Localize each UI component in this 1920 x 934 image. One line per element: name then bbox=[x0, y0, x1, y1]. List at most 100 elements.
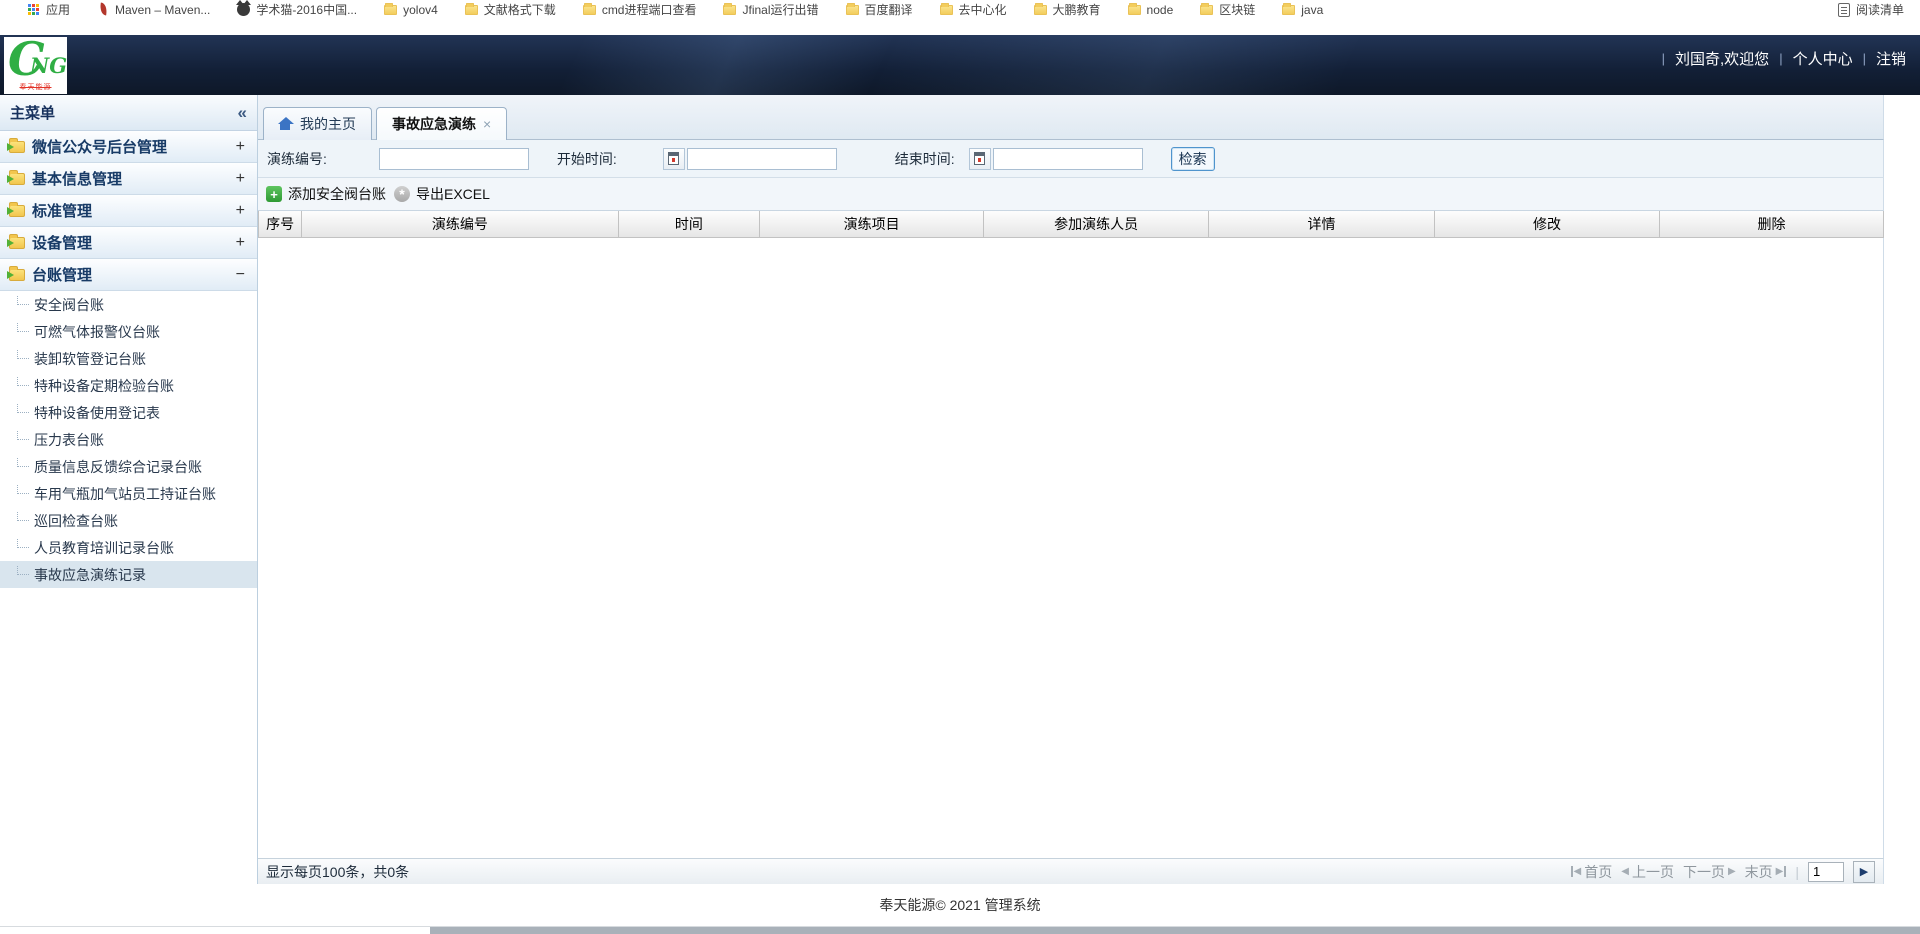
next-page-button[interactable]: 下一页 ▶ bbox=[1683, 862, 1736, 882]
bookmark-maven[interactable]: Maven – Maven... bbox=[97, 1, 210, 18]
page: 应用 Maven – Maven... 学术猫-2016中国... yolov4… bbox=[0, 0, 1920, 934]
last-page-icon: ▶ bbox=[1776, 866, 1787, 877]
tree-connector-icon bbox=[17, 323, 29, 332]
drill-no-input[interactable] bbox=[379, 148, 529, 170]
bookmark-cmd[interactable]: cmd进程端口查看 bbox=[583, 1, 697, 18]
next-page-label: 下一页 bbox=[1683, 862, 1725, 882]
bookmark-label: node bbox=[1147, 3, 1174, 17]
start-time-input[interactable] bbox=[687, 148, 837, 170]
sidebar-group-label: 设备管理 bbox=[32, 232, 229, 253]
tree-connector-icon bbox=[17, 431, 29, 440]
sidebar-item-special-equipment-inspection[interactable]: 特种设备定期检验台账 bbox=[0, 372, 257, 399]
first-page-button[interactable]: ◀ 首页 bbox=[1571, 862, 1613, 882]
folder-arrow-icon bbox=[9, 141, 25, 153]
add-record-button[interactable]: + 添加安全阀台账 bbox=[266, 184, 386, 204]
folder-icon bbox=[1034, 5, 1047, 15]
sidebar-group-standard[interactable]: 标准管理 + bbox=[0, 195, 257, 227]
sidebar-title: 主菜单 bbox=[10, 102, 238, 123]
sidebar-group-wechat[interactable]: 微信公众号后台管理 + bbox=[0, 131, 257, 163]
column-header-drill-project[interactable]: 演练项目 bbox=[760, 211, 984, 237]
column-header-delete[interactable]: 删除 bbox=[1660, 211, 1884, 237]
sidebar-item-training-record[interactable]: 人员教育培训记录台账 bbox=[0, 534, 257, 561]
sidebar-item-patrol-inspection[interactable]: 巡回检查台账 bbox=[0, 507, 257, 534]
end-date-picker-button[interactable] bbox=[969, 148, 991, 170]
tab-my-home[interactable]: 我的主页 bbox=[263, 107, 372, 140]
sidebar-item-hose-register[interactable]: 装卸软管登记台账 bbox=[0, 345, 257, 372]
close-icon[interactable]: × bbox=[483, 116, 491, 132]
sidebar-item-emergency-drill[interactable]: 事故应急演练记录 bbox=[0, 561, 257, 588]
bookmark-jfinal[interactable]: Jfinal运行出错 bbox=[723, 1, 818, 18]
bookmark-dapeng[interactable]: 大鹏教育 bbox=[1034, 1, 1101, 18]
bookmark-quzhongxinhua[interactable]: 去中心化 bbox=[940, 1, 1007, 18]
sidebar-item-safety-valve[interactable]: 安全阀台账 bbox=[0, 291, 257, 318]
bookmark-wenxian[interactable]: 文献格式下载 bbox=[465, 1, 556, 18]
bookmark-java[interactable]: java bbox=[1282, 1, 1323, 18]
column-header-detail[interactable]: 详情 bbox=[1209, 211, 1435, 237]
bookmark-xueshumao[interactable]: 学术猫-2016中国... bbox=[237, 1, 357, 18]
header-separator: | bbox=[1662, 51, 1665, 66]
tree-connector-icon bbox=[17, 350, 29, 359]
sidebar-item-special-equipment-usage[interactable]: 特种设备使用登记表 bbox=[0, 399, 257, 426]
column-header-index[interactable]: 序号 bbox=[259, 211, 302, 237]
sidebar-group-equipment[interactable]: 设备管理 + bbox=[0, 227, 257, 259]
column-header-participants[interactable]: 参加演练人员 bbox=[984, 211, 1209, 237]
tree-connector-icon bbox=[17, 485, 29, 494]
welcome-text: 刘国奇,欢迎您 bbox=[1675, 48, 1769, 69]
calendar-icon bbox=[668, 152, 679, 165]
column-header-drill-no[interactable]: 演练编号 bbox=[302, 211, 618, 237]
expand-icon[interactable]: + bbox=[236, 202, 245, 220]
logout-link[interactable]: 注销 bbox=[1876, 48, 1906, 69]
header-user-area: | 刘国奇,欢迎您 | 个人中心 | 注销 bbox=[1662, 35, 1906, 81]
export-excel-label: 导出EXCEL bbox=[416, 184, 490, 204]
sidebar-item-staff-certificate[interactable]: 车用气瓶加气站员工持证台账 bbox=[0, 480, 257, 507]
search-button[interactable]: 检索 bbox=[1171, 147, 1215, 171]
folder-arrow-icon bbox=[9, 237, 25, 249]
sidebar-item-pressure-gauge[interactable]: 压力表台账 bbox=[0, 426, 257, 453]
data-table: 序号 演练编号 时间 演练项目 参加演练人员 详情 修改 删除 bbox=[258, 211, 1884, 238]
page-number-input[interactable] bbox=[1808, 862, 1844, 882]
sidebar-group-label: 微信公众号后台管理 bbox=[32, 136, 229, 157]
reading-list-label: 阅读清单 bbox=[1856, 1, 1904, 18]
tree-connector-icon bbox=[17, 377, 29, 386]
sidebar: 主菜单 « 微信公众号后台管理 + 基本信息管理 + 标准管理 + 设备管理 bbox=[0, 95, 258, 884]
sidebar-group-ledger[interactable]: 台账管理 − bbox=[0, 259, 257, 291]
expand-icon[interactable]: + bbox=[236, 234, 245, 252]
sidebar-item-quality-feedback[interactable]: 质量信息反馈综合记录台账 bbox=[0, 453, 257, 480]
collapse-minus-icon[interactable]: − bbox=[236, 266, 245, 284]
expand-icon[interactable]: + bbox=[236, 138, 245, 156]
bookmark-label: java bbox=[1301, 3, 1323, 17]
calendar-icon bbox=[974, 152, 985, 165]
tab-emergency-drill[interactable]: 事故应急演练 × bbox=[376, 107, 507, 140]
sidebar-collapse-icon[interactable]: « bbox=[238, 103, 247, 123]
start-time-label: 开始时间: bbox=[557, 149, 617, 169]
last-page-button[interactable]: 末页 ▶ bbox=[1745, 862, 1787, 882]
bookmark-label: 大鹏教育 bbox=[1053, 1, 1101, 18]
expand-icon[interactable]: + bbox=[236, 170, 245, 188]
bookmark-yolov4[interactable]: yolov4 bbox=[384, 1, 438, 18]
export-excel-button[interactable]: * 导出EXCEL bbox=[394, 184, 490, 204]
column-header-time[interactable]: 时间 bbox=[618, 211, 760, 237]
sidebar-group-label: 标准管理 bbox=[32, 200, 229, 221]
end-time-label: 结束时间: bbox=[895, 149, 955, 169]
content-area: 我的主页 事故应急演练 × 演练编号: 开始时间: 结束时间: bbox=[258, 95, 1920, 884]
prev-page-label: 上一页 bbox=[1632, 862, 1674, 882]
reading-list-button[interactable]: 阅读清单 bbox=[1838, 1, 1904, 18]
bookmark-baidufanyi[interactable]: 百度翻译 bbox=[846, 1, 913, 18]
profile-link[interactable]: 个人中心 bbox=[1793, 48, 1853, 69]
tab-label: 我的主页 bbox=[300, 114, 356, 134]
sidebar-item-gas-alarm[interactable]: 可燃气体报警仪台账 bbox=[0, 318, 257, 345]
folder-icon bbox=[723, 5, 736, 15]
end-time-input[interactable] bbox=[993, 148, 1143, 170]
sidebar-item-label: 事故应急演练记录 bbox=[34, 565, 146, 585]
bookmark-node[interactable]: node bbox=[1128, 1, 1174, 18]
drill-no-label: 演练编号: bbox=[267, 149, 327, 169]
start-date-picker-button[interactable] bbox=[663, 148, 685, 170]
bookmark-apps[interactable]: 应用 bbox=[28, 1, 70, 18]
next-page-icon: ▶ bbox=[1728, 866, 1736, 877]
prev-page-button[interactable]: ◀ 上一页 bbox=[1621, 862, 1674, 882]
folder-arrow-icon bbox=[9, 269, 25, 281]
column-header-edit[interactable]: 修改 bbox=[1435, 211, 1660, 237]
go-to-page-button[interactable]: ▶ bbox=[1853, 861, 1875, 883]
bookmark-qukuailian[interactable]: 区块链 bbox=[1200, 1, 1255, 18]
sidebar-group-basicinfo[interactable]: 基本信息管理 + bbox=[0, 163, 257, 195]
